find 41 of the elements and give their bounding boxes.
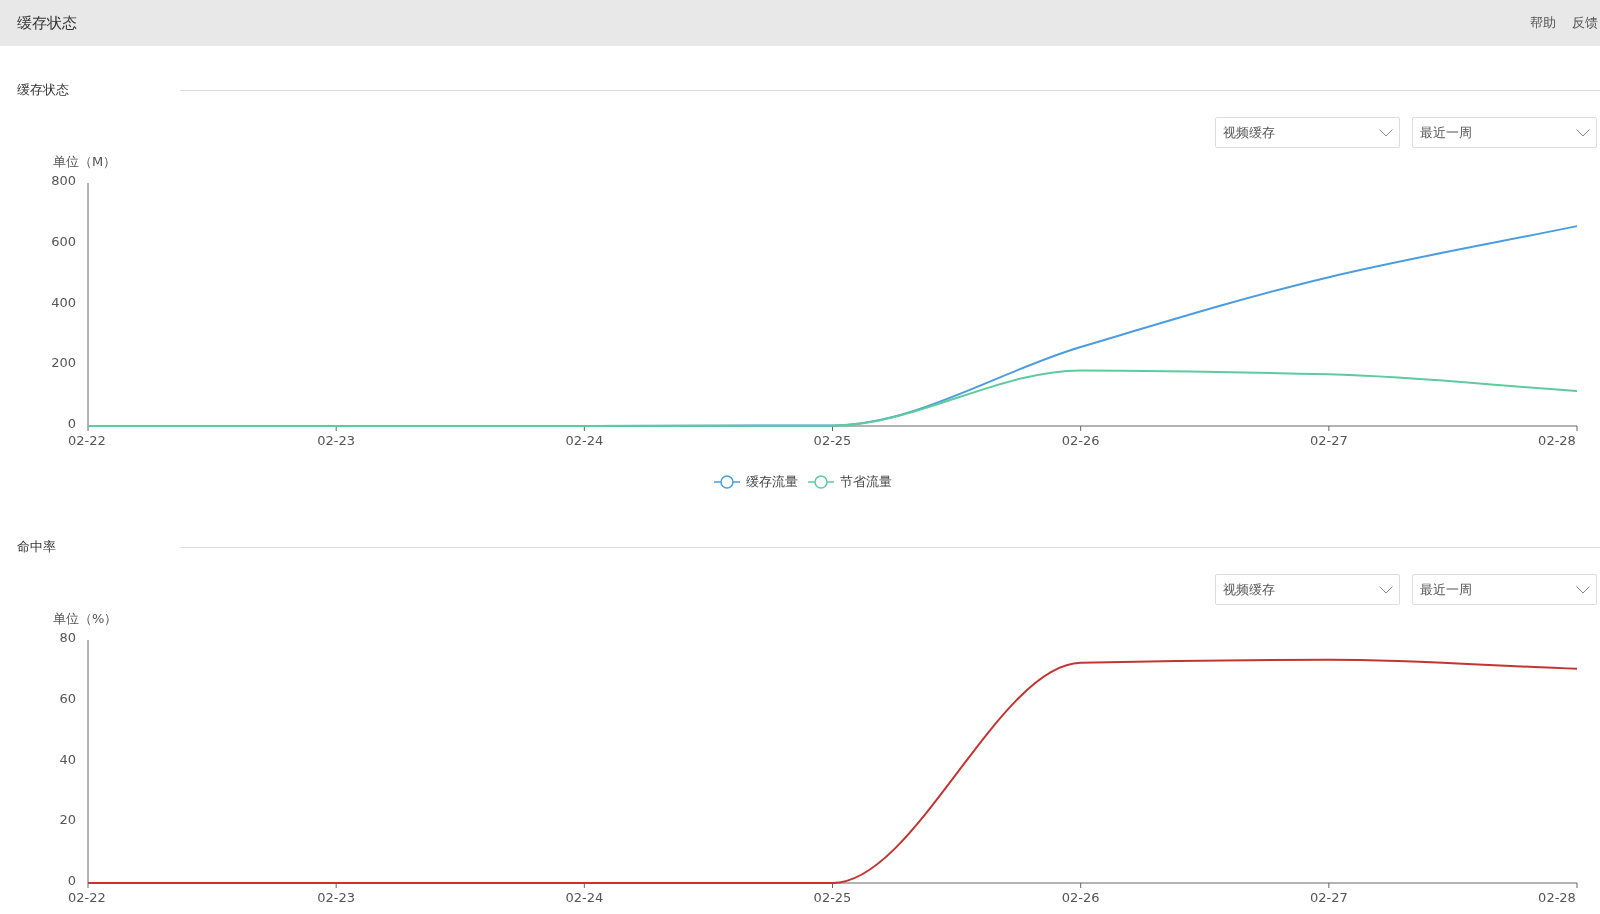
dropdown[interactable]: 视频缓存 [1215,117,1400,148]
x-tick-label: 02-24 [565,890,604,904]
y-tick-label: 600 [51,233,76,249]
y-tick-label: 80 [59,630,76,645]
x-tick-label: 02-26 [1061,890,1100,904]
chevron-down-icon [1576,585,1590,594]
x-tick-label: 02-27 [1309,890,1348,904]
x-tick-label: 02-22 [68,433,106,447]
y-tick-label: 0 [67,873,76,888]
x-tick-label: 02-24 [565,433,604,447]
x-tick-label: 02-27 [1309,433,1348,447]
y-tick-label: 60 [59,690,76,706]
x-tick-label: 02-22 [68,890,106,904]
header-link[interactable]: 帮助 [1530,14,1556,32]
x-tick-label: 02-25 [813,890,852,904]
legend-item[interactable]: 缓存流量 [714,473,798,491]
y-tick-label: 200 [51,355,76,371]
y-tick-label: 400 [51,294,76,310]
y-tick-label: 20 [59,812,76,828]
y-tick-label: 800 [51,173,76,188]
page-title: 缓存状态 [17,13,77,33]
x-tick-label: 02-26 [1061,433,1100,447]
chevron-down-icon [1576,128,1590,137]
chevron-down-icon [1379,128,1393,137]
x-tick-label: 02-28 [1538,433,1576,447]
x-tick-label: 02-23 [317,433,356,447]
x-tick-label: 02-23 [317,890,356,904]
x-tick-label: 02-25 [813,433,852,447]
section-title: 缓存状态 [17,81,70,99]
y-tick-label: 40 [59,751,76,767]
section-title: 命中率 [17,538,57,556]
dropdown[interactable]: 视频缓存 [1215,574,1400,605]
axis-unit-label: 单位（M） [53,154,117,169]
dropdown[interactable]: 最近一周 [1412,574,1597,605]
axis-unit-label: 单位（%） [53,611,118,626]
y-tick-label: 0 [67,416,76,431]
chevron-down-icon [1379,585,1393,594]
header-link[interactable]: 反馈 [1572,14,1598,32]
legend-item[interactable]: 节省流量 [808,473,892,491]
dropdown[interactable]: 最近一周 [1412,117,1597,148]
x-tick-label: 02-28 [1538,890,1576,904]
